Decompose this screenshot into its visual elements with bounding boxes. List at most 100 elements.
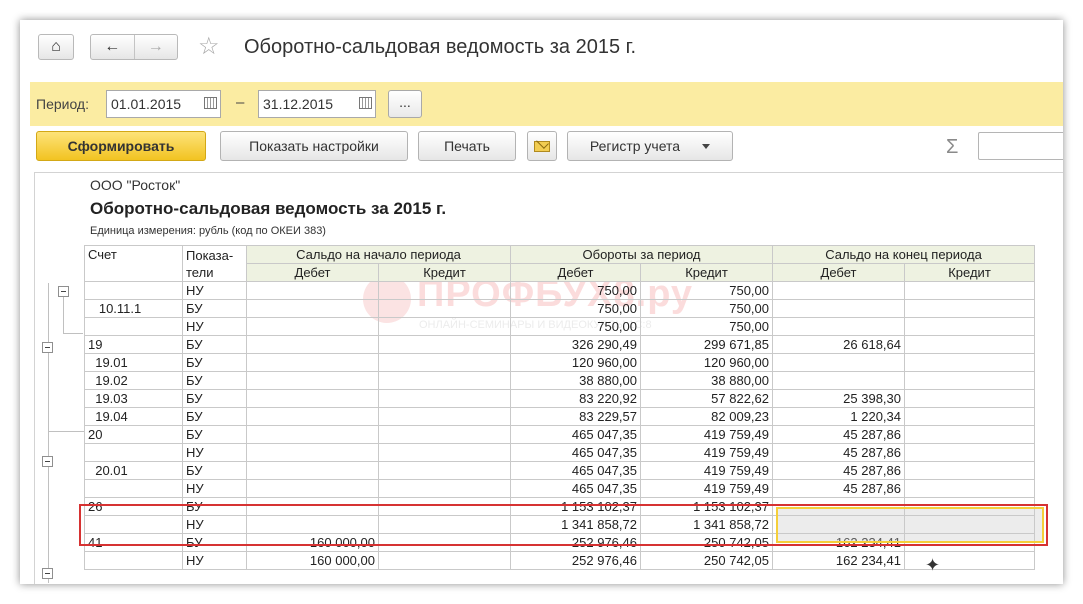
table-row[interactable]: НУ 465 047,35 419 759,49 45 287,86 <box>84 479 1035 498</box>
cell-cd[interactable]: 45 287,86 <box>772 425 905 444</box>
cell-od[interactable] <box>246 353 379 372</box>
cell-account[interactable] <box>84 443 183 462</box>
cell-ind[interactable]: НУ <box>182 317 247 336</box>
cell-cc[interactable] <box>904 353 1035 372</box>
table-row[interactable]: 19.01 БУ 120 960,00 120 960,00 <box>84 353 1035 372</box>
cell-tc[interactable]: 419 759,49 <box>640 479 773 498</box>
cell-account[interactable]: 10.11.1 <box>84 299 183 318</box>
cell-cc[interactable] <box>904 317 1035 336</box>
cell-oc[interactable] <box>378 371 511 390</box>
cell-ind[interactable]: БУ <box>182 389 247 408</box>
cell-od[interactable] <box>246 299 379 318</box>
cell-td[interactable]: 326 290,49 <box>510 335 641 354</box>
table-row[interactable]: 20.01 БУ 465 047,35 419 759,49 45 287,86 <box>84 461 1035 480</box>
cell-ind[interactable]: НУ <box>182 479 247 498</box>
cell-od[interactable] <box>246 281 379 300</box>
cell-cd[interactable] <box>772 317 905 336</box>
period-from-field[interactable]: 01.01.2015 <box>106 90 221 118</box>
cell-td[interactable]: 750,00 <box>510 317 641 336</box>
cell-tc[interactable]: 750,00 <box>640 299 773 318</box>
cell-ind[interactable]: НУ <box>182 551 247 570</box>
cell-oc[interactable] <box>378 389 511 408</box>
cell-oc[interactable] <box>378 407 511 426</box>
cell-ind[interactable]: БУ <box>182 425 247 444</box>
selected-cells[interactable] <box>776 507 1044 543</box>
table-row[interactable]: 20 БУ 465 047,35 419 759,49 45 287,86 <box>84 425 1035 444</box>
cell-ind[interactable]: БУ <box>182 335 247 354</box>
cell-cc[interactable] <box>904 389 1035 408</box>
cell-od[interactable] <box>246 461 379 480</box>
cell-tc[interactable]: 38 880,00 <box>640 371 773 390</box>
generate-button[interactable]: Сформировать <box>36 131 206 161</box>
cell-oc[interactable] <box>378 353 511 372</box>
cell-td[interactable]: 38 880,00 <box>510 371 641 390</box>
cell-od[interactable] <box>246 335 379 354</box>
collapse-icon[interactable] <box>42 342 53 353</box>
cell-oc[interactable] <box>378 281 511 300</box>
cell-ind[interactable]: БУ <box>182 461 247 480</box>
collapse-icon[interactable] <box>42 568 53 579</box>
cell-ind[interactable]: БУ <box>182 371 247 390</box>
cell-oc[interactable] <box>378 317 511 336</box>
collapse-icon[interactable] <box>58 286 69 297</box>
cell-cc[interactable] <box>904 443 1035 462</box>
cell-tc[interactable]: 120 960,00 <box>640 353 773 372</box>
period-to-field[interactable]: 31.12.2015 <box>258 90 376 118</box>
cell-cc[interactable] <box>904 479 1035 498</box>
cell-td[interactable]: 120 960,00 <box>510 353 641 372</box>
cell-td[interactable]: 750,00 <box>510 299 641 318</box>
back-arrow-icon[interactable]: ← <box>91 35 134 59</box>
cell-cd[interactable]: 45 287,86 <box>772 443 905 462</box>
cell-account[interactable] <box>84 479 183 498</box>
cell-cd[interactable] <box>772 299 905 318</box>
cell-cd[interactable] <box>772 281 905 300</box>
cell-oc[interactable] <box>378 335 511 354</box>
cell-account[interactable] <box>84 317 183 336</box>
calendar-icon[interactable] <box>359 97 372 109</box>
forward-arrow-icon[interactable]: → <box>135 35 178 59</box>
cell-tc[interactable]: 419 759,49 <box>640 443 773 462</box>
cell-od[interactable]: 160 000,00 <box>246 551 379 570</box>
cell-cd[interactable] <box>772 353 905 372</box>
cell-td[interactable]: 252 976,46 <box>510 551 641 570</box>
calendar-icon[interactable] <box>204 97 217 109</box>
cell-account[interactable]: 19.04 <box>84 407 183 426</box>
cell-account[interactable] <box>84 551 183 570</box>
cell-ind[interactable]: БУ <box>182 299 247 318</box>
print-button[interactable]: Печать <box>418 131 516 161</box>
cell-tc[interactable]: 750,00 <box>640 317 773 336</box>
cell-account[interactable]: 19.02 <box>84 371 183 390</box>
show-settings-button[interactable]: Показать настройки <box>220 131 408 161</box>
table-row[interactable]: 19.02 БУ 38 880,00 38 880,00 <box>84 371 1035 390</box>
cell-tc[interactable]: 82 009,23 <box>640 407 773 426</box>
cell-oc[interactable] <box>378 461 511 480</box>
cell-cd[interactable]: 26 618,64 <box>772 335 905 354</box>
cell-cc[interactable] <box>904 551 1035 570</box>
cell-oc[interactable] <box>378 479 511 498</box>
cell-oc[interactable] <box>378 551 511 570</box>
table-row[interactable]: 19.04 БУ 83 229,57 82 009,23 1 220,34 <box>84 407 1035 426</box>
table-row[interactable]: НУ 160 000,00 252 976,46 250 742,05 162 234,… <box>84 551 1035 570</box>
cell-account[interactable]: 19.01 <box>84 353 183 372</box>
favorite-star-icon[interactable]: ☆ <box>198 34 220 60</box>
collapse-icon[interactable] <box>42 456 53 467</box>
cell-cd[interactable]: 162 234,41 <box>772 551 905 570</box>
cell-account[interactable]: 20 <box>84 425 183 444</box>
table-row[interactable]: НУ 750,00 750,00 <box>84 281 1035 300</box>
cell-tc[interactable]: 419 759,49 <box>640 461 773 480</box>
table-row[interactable]: НУ 465 047,35 419 759,49 45 287,86 <box>84 443 1035 462</box>
cell-tc[interactable]: 57 822,62 <box>640 389 773 408</box>
cell-od[interactable] <box>246 425 379 444</box>
cell-ind[interactable]: БУ <box>182 407 247 426</box>
cell-tc[interactable]: 419 759,49 <box>640 425 773 444</box>
home-button[interactable]: ⌂ <box>38 34 74 60</box>
cell-td[interactable]: 83 220,92 <box>510 389 641 408</box>
cell-cc[interactable] <box>904 281 1035 300</box>
cell-cd[interactable]: 45 287,86 <box>772 479 905 498</box>
cell-td[interactable]: 750,00 <box>510 281 641 300</box>
cell-td[interactable]: 465 047,35 <box>510 461 641 480</box>
cell-td[interactable]: 465 047,35 <box>510 425 641 444</box>
cell-ind[interactable]: НУ <box>182 281 247 300</box>
cell-cd[interactable]: 45 287,86 <box>772 461 905 480</box>
cell-od[interactable] <box>246 317 379 336</box>
